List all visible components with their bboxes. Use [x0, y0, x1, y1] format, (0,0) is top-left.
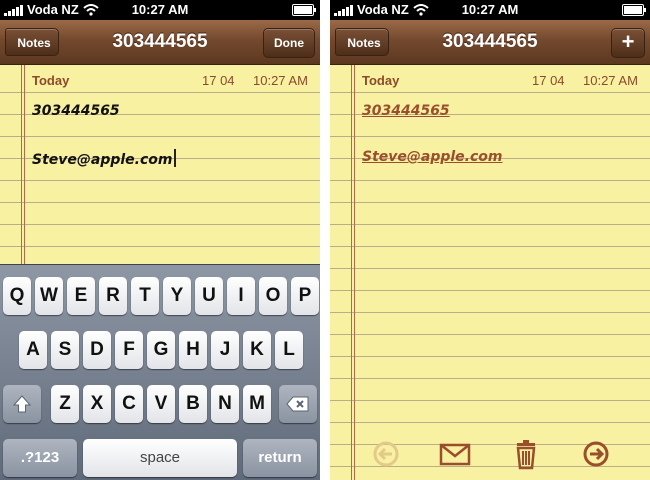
note-date: 17 04 — [202, 73, 235, 88]
note-time: 10:27 AM — [583, 73, 638, 88]
status-time: 10:27 AM — [131, 2, 189, 17]
key-e[interactable]: E — [67, 277, 95, 315]
key-l[interactable]: L — [275, 331, 303, 369]
phone-screen-viewing: Voda NZ 10:27 AM Notes 303444565 + Today… — [330, 0, 650, 480]
key-k[interactable]: K — [243, 331, 271, 369]
margin-line — [354, 65, 355, 480]
numbers-key[interactable]: .?123 — [3, 439, 77, 477]
day-label: Today — [32, 73, 70, 88]
phone-screen-editing: Voda NZ 10:27 AM Notes 303444565 Done To… — [0, 0, 320, 480]
day-label: Today — [362, 73, 400, 88]
key-a[interactable]: A — [19, 331, 47, 369]
key-z[interactable]: Z — [51, 385, 79, 423]
key-h[interactable]: H — [179, 331, 207, 369]
key-j[interactable]: J — [211, 331, 239, 369]
key-g[interactable]: G — [147, 331, 175, 369]
key-q[interactable]: Q — [3, 277, 31, 315]
shift-key[interactable] — [3, 385, 41, 423]
next-arrow-icon[interactable] — [580, 438, 612, 470]
battery-icon — [622, 4, 646, 16]
shift-arrow-icon — [12, 395, 32, 413]
note-text-line[interactable]: Steve@apple.com — [32, 149, 176, 168]
note-header: Today 17 04 10:27 AM — [362, 73, 642, 88]
space-key[interactable]: space — [83, 439, 237, 477]
mail-envelope-icon[interactable] — [438, 438, 472, 470]
key-r[interactable]: R — [99, 277, 127, 315]
note-title: 303444565 — [442, 31, 538, 52]
note-header: Today 17 04 10:27 AM — [32, 73, 312, 88]
key-d[interactable]: D — [83, 331, 111, 369]
status-bar: Voda NZ 10:27 AM — [0, 0, 320, 20]
key-m[interactable]: M — [243, 385, 271, 423]
navigation-bar: Notes 303444565 Done — [0, 20, 320, 65]
note-toolbar — [330, 430, 650, 480]
add-note-button[interactable]: + — [611, 28, 645, 58]
key-n[interactable]: N — [211, 385, 239, 423]
previous-arrow-icon[interactable] — [370, 438, 402, 470]
note-time: 10:27 AM — [253, 73, 308, 88]
margin-line — [351, 65, 352, 480]
email-link[interactable]: Steve@apple.com — [362, 149, 503, 165]
note-date: 17 04 — [532, 73, 565, 88]
return-key[interactable]: return — [243, 439, 317, 477]
key-o[interactable]: O — [259, 277, 287, 315]
key-x[interactable]: X — [83, 385, 111, 423]
key-s[interactable]: S — [51, 331, 79, 369]
key-p[interactable]: P — [291, 277, 319, 315]
key-w[interactable]: W — [35, 277, 63, 315]
navigation-bar: Notes 303444565 + — [330, 20, 650, 65]
note-text-line[interactable]: 303444565 — [32, 103, 120, 119]
key-t[interactable]: T — [131, 277, 159, 315]
key-u[interactable]: U — [195, 277, 223, 315]
trash-icon[interactable] — [510, 438, 542, 470]
note-text: Steve@apple.com — [32, 152, 173, 168]
key-y[interactable]: Y — [163, 277, 191, 315]
status-bar: Voda NZ 10:27 AM — [330, 0, 650, 20]
key-b[interactable]: B — [179, 385, 207, 423]
phone-number-link[interactable]: 303444565 — [362, 103, 450, 119]
onscreen-keyboard: Q W E R T Y U I O P A S D F G H J K L Z … — [0, 264, 320, 480]
key-c[interactable]: C — [115, 385, 143, 423]
status-time: 10:27 AM — [461, 2, 519, 17]
key-f[interactable]: F — [115, 331, 143, 369]
text-cursor — [173, 149, 176, 167]
delete-key[interactable] — [279, 385, 317, 423]
key-v[interactable]: V — [147, 385, 175, 423]
backspace-icon — [286, 396, 309, 412]
key-i[interactable]: I — [227, 277, 255, 315]
done-button[interactable]: Done — [263, 28, 315, 58]
note-paper: Today 17 04 10:27 AM 303444565 Steve@app… — [330, 65, 650, 480]
battery-icon — [292, 4, 316, 16]
